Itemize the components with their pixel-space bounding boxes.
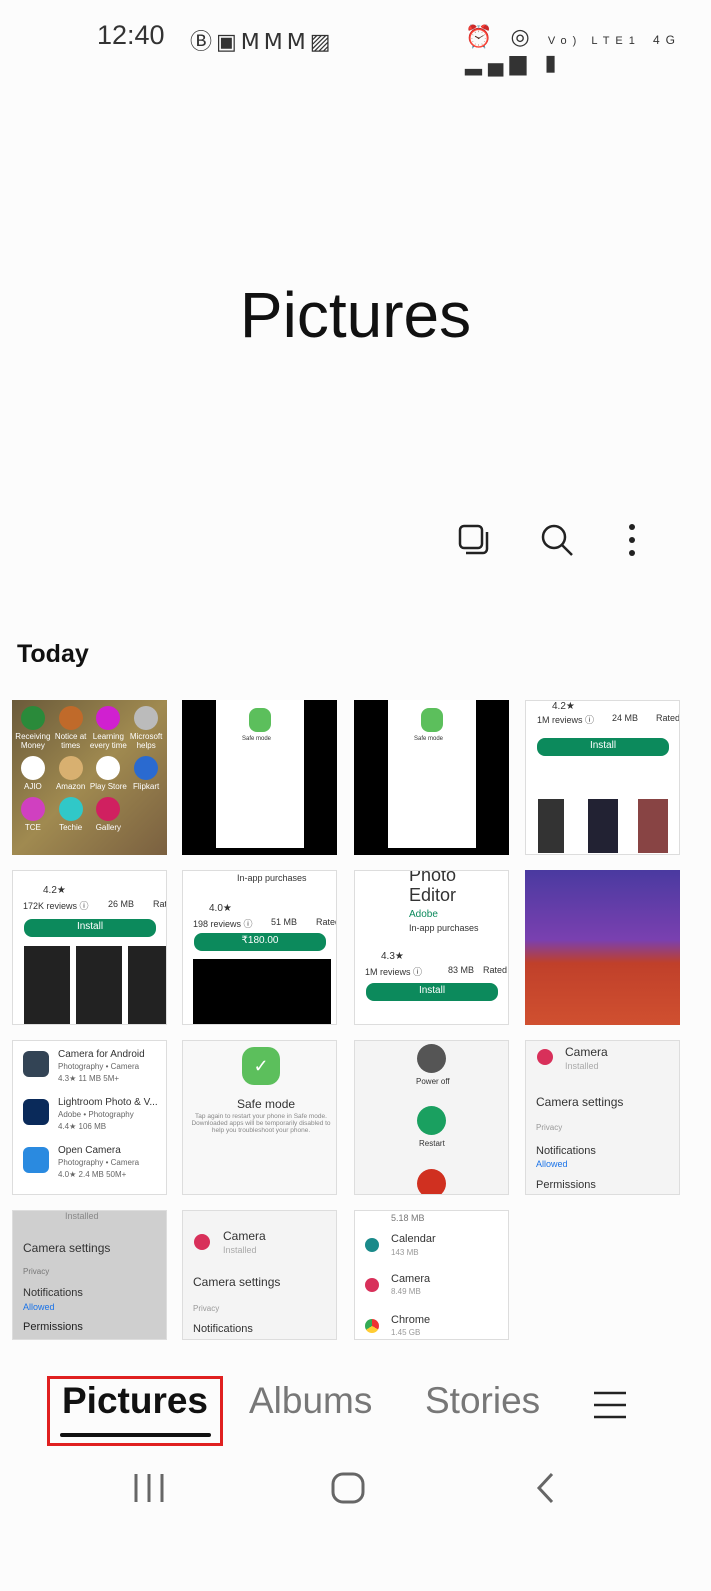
chrome-icon: [365, 1319, 379, 1333]
app-icon-item: Amazon: [52, 756, 90, 791]
thumbnail-play-store[interactable]: 4.2★ 1M reviews ⓘ 24 MB Rated Install: [525, 700, 680, 855]
app-icon: [96, 797, 121, 821]
emergency-icon: [417, 1169, 446, 1194]
app-icon-item: Play Store: [90, 756, 128, 791]
home-icon: [331, 1472, 365, 1504]
highlight-box: [47, 1376, 223, 1446]
thumbnail-app-list[interactable]: Camera for Android Photography • Camera 4.…: [12, 1040, 167, 1195]
back-icon: [536, 1472, 554, 1504]
app-icon: [20, 706, 45, 730]
status-time: 12:40: [97, 20, 165, 50]
system-status-icons: ⏰ ◎ Vo) LTE1 4G ▂▄▆ ▮: [465, 24, 682, 75]
status-bar: 12:40 Ⓑ▣ⅯⅯⅯ▨ ⏰ ◎ Vo) LTE1 4G ▂▄▆ ▮: [0, 18, 711, 75]
thumbnail-camera-settings[interactable]: Camera Installed Camera settings Privacy…: [525, 1040, 680, 1195]
thumbnail-home-screen[interactable]: Receiving Money Notice at times Learning e…: [12, 700, 167, 855]
power-icon: [417, 1044, 446, 1073]
app-icon-item: Gallery: [90, 797, 128, 832]
tab-stories[interactable]: Stories: [425, 1380, 540, 1422]
app-icon-item: Receiving Money: [14, 706, 52, 750]
app-icon: [58, 797, 83, 821]
app-icon-item: Learning every time: [90, 706, 128, 750]
app-icon-item: AJIO: [14, 756, 52, 791]
select-button[interactable]: [452, 518, 496, 562]
thumbnail-storage-list[interactable]: 5.18 MB Calendar 143 MB Camera 8.49 MB C…: [354, 1210, 509, 1340]
app-icon: [20, 797, 45, 821]
menu-button[interactable]: [593, 1390, 627, 1420]
shield-icon: [421, 708, 443, 732]
select-icon: [458, 524, 489, 555]
app-icon: [134, 706, 159, 730]
thumbnail-power-menu[interactable]: Power off Restart: [354, 1040, 509, 1195]
back-button[interactable]: [534, 1470, 558, 1514]
tab-albums[interactable]: Albums: [249, 1380, 372, 1422]
app-icon-item: Notice at times: [52, 706, 90, 750]
app-icon: [23, 1147, 49, 1173]
app-icon: [96, 706, 121, 730]
thumbnail-safe-mode[interactable]: Safe mode: [182, 700, 337, 855]
section-today: Today: [17, 640, 89, 668]
app-icon-item: TCE: [14, 797, 52, 832]
notification-icons: Ⓑ▣ⅯⅯⅯ▨: [190, 29, 335, 54]
app-icon: [23, 1051, 49, 1077]
thumbnail-fabric-photo[interactable]: [525, 870, 680, 1025]
hamburger-icon: [594, 1391, 626, 1419]
app-icon: [58, 706, 83, 730]
camera-icon: [537, 1049, 553, 1065]
app-icon: [20, 756, 45, 780]
camera-icon: [194, 1234, 210, 1250]
app-icon: [134, 756, 159, 780]
thumbnail-play-store[interactable]: In-app purchases 4.0★ 198 reviews ⓘ 51 M…: [182, 870, 337, 1025]
camera-icon: [365, 1278, 379, 1292]
app-icon-item: Microsoft helps: [127, 706, 165, 750]
thumbnail-safe-mode[interactable]: Safe mode Cool: [354, 700, 509, 855]
page-title: Pictures: [239, 279, 472, 351]
more-options-button[interactable]: [610, 518, 654, 562]
thumbnail-safe-mode-dialog[interactable]: ✓ Safe mode Tap again to restart your ph…: [182, 1040, 337, 1195]
recents-icon: [134, 1474, 164, 1502]
app-icon-item: Techie: [52, 797, 90, 832]
calendar-icon: [365, 1238, 379, 1252]
more-icon: [629, 524, 635, 556]
app-grid: Receiving Money Notice at times Learning e…: [12, 700, 167, 838]
thumbnail-camera-settings[interactable]: Installed Camera settings Privacy Notifi…: [12, 1210, 167, 1340]
shield-icon: ✓: [242, 1047, 280, 1085]
app-icon: [23, 1099, 49, 1125]
search-button[interactable]: [535, 518, 579, 562]
thumbnail-play-store[interactable]: 4.2★ 172K reviews ⓘ 26 MB Rated Install: [12, 870, 167, 1025]
shield-icon: [249, 708, 271, 732]
thumbnail-play-store[interactable]: Photo Editor Adobe In-app purchases 4.3★…: [354, 870, 509, 1025]
app-icon: [96, 756, 121, 780]
recent-apps-button[interactable]: [132, 1470, 166, 1514]
app-icon-item: Flipkart: [127, 756, 165, 791]
thumbnail-camera-settings[interactable]: Camera Installed Camera settings Privacy…: [182, 1210, 337, 1340]
app-icon: [58, 756, 83, 780]
home-button[interactable]: [330, 1470, 366, 1514]
restart-icon: [417, 1106, 446, 1135]
search-icon: [541, 524, 573, 556]
